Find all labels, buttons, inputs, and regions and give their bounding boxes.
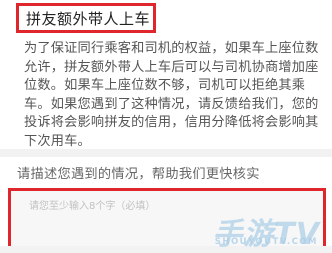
feedback-placeholder: 请您至少输入8个字（必填） — [29, 201, 156, 212]
section-body: 为了保证同行乘客和司机的权益，如果车上座位数允许，拼友额外带人上车后可以与司机协… — [24, 41, 319, 149]
section-title: 拼友额外带人上车 — [26, 9, 151, 28]
info-card: 拼友额外带人上车 为了保证同行乘客和司机的权益，如果车上座位数允许，拼友额外带人… — [0, 0, 332, 149]
section-divider — [0, 149, 332, 157]
feedback-card: 请描述您遇到的情况，帮助我们更快核实 请您至少输入8个字（必填） 手游TV SH… — [0, 157, 332, 252]
title-highlight-box: 拼友额外带人上车 — [16, 3, 156, 33]
feedback-prompt: 请描述您遇到的情况，帮助我们更快核实 — [17, 167, 260, 182]
